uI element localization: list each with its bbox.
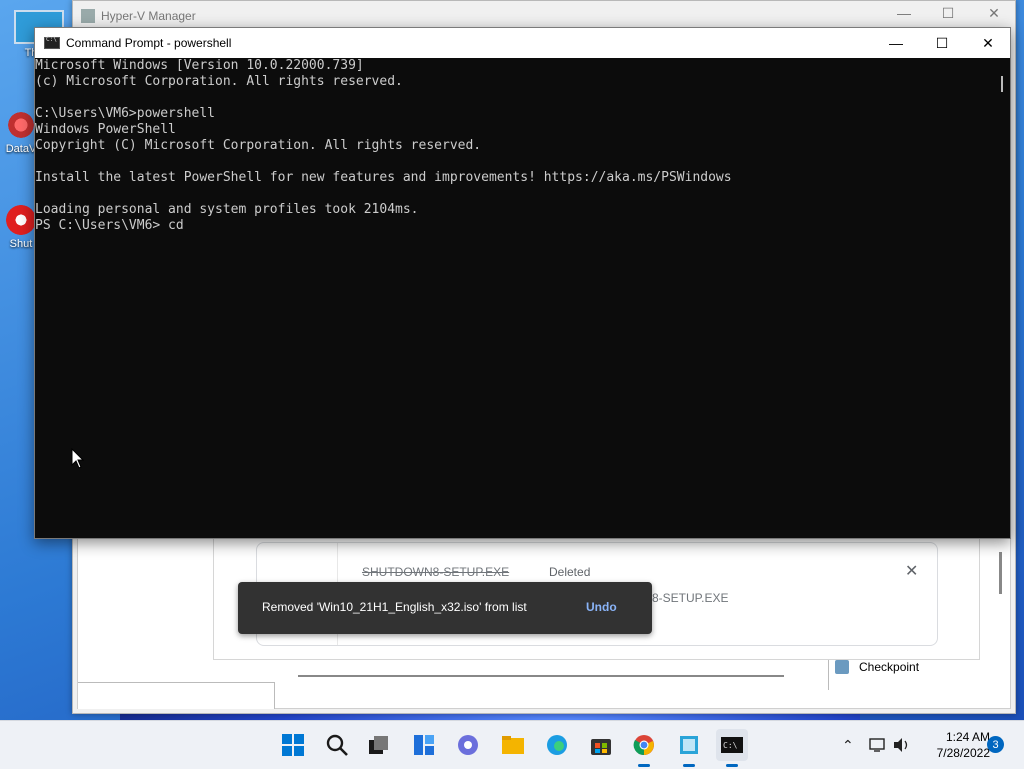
- cmd-title: Command Prompt - powershell: [66, 36, 232, 50]
- task-view-icon[interactable]: [362, 729, 394, 761]
- notification-badge[interactable]: 3: [987, 736, 1004, 753]
- minimize-button[interactable]: —: [881, 5, 927, 21]
- desktop-icon-shutdown[interactable]: Shut: [4, 205, 38, 250]
- checkpoint-icon: [835, 660, 849, 674]
- clock-time: 1:24 AM: [945, 730, 990, 744]
- store-icon[interactable]: [585, 729, 617, 761]
- console-line: Install the latest PowerShell for new fe…: [35, 170, 732, 185]
- desktop-icon-label: Shut: [9, 238, 33, 250]
- network-icon[interactable]: [866, 729, 890, 761]
- close-button[interactable]: ✕: [971, 5, 1017, 22]
- taskbar: C:\ ⌃ 1:24 AM 7/28/2022 3: [0, 720, 1024, 769]
- chrome-icon[interactable]: [628, 729, 660, 767]
- hyperv-title: Hyper-V Manager: [101, 9, 196, 23]
- shutdown-icon: [6, 205, 36, 235]
- show-hidden-icons-chevron-icon[interactable]: ⌃: [842, 721, 854, 769]
- desktop-icon-label: DataV: [5, 143, 37, 155]
- console-line: Windows PowerShell: [35, 122, 176, 137]
- minimize-button[interactable]: —: [873, 28, 919, 58]
- hyperv-left-pane: [78, 682, 275, 709]
- scroll-thumb[interactable]: [1001, 76, 1003, 92]
- svg-text:C:\: C:\: [723, 741, 738, 750]
- download-file-name-2[interactable]: 8-SETUP.EXE: [652, 591, 728, 605]
- hyperv-icon[interactable]: [673, 729, 705, 767]
- search-icon[interactable]: [321, 729, 353, 761]
- cmd-titlebar[interactable]: Command Prompt - powershell — ☐ ✕: [35, 28, 1010, 58]
- horizontal-scrollbar[interactable]: [298, 675, 784, 677]
- console-line: Loading personal and system profiles too…: [35, 202, 419, 217]
- snackbar-toast: Removed 'Win10_21H1_English_x32.iso' fro…: [238, 582, 652, 634]
- console-line: PS C:\Users\VM6> cd: [35, 218, 184, 233]
- cmd-scrollbar[interactable]: [993, 58, 1010, 538]
- close-icon[interactable]: ✕: [905, 561, 918, 581]
- command-prompt-window: Command Prompt - powershell — ☐ ✕ Micros…: [34, 27, 1011, 539]
- teams-chat-icon[interactable]: [452, 729, 484, 761]
- vertical-scrollbar[interactable]: [999, 552, 1002, 594]
- volume-icon[interactable]: [890, 729, 914, 761]
- console-output[interactable]: Microsoft Windows [Version 10.0.22000.73…: [35, 58, 993, 538]
- edge-icon[interactable]: [541, 729, 573, 761]
- checkpoint-label: Checkpoint: [859, 660, 920, 674]
- console-line: Microsoft Windows [Version 10.0.22000.73…: [35, 58, 364, 73]
- cmd-icon[interactable]: C:\: [716, 729, 748, 767]
- undo-button[interactable]: Undo: [586, 600, 617, 614]
- console-line: (c) Microsoft Corporation. All rights re…: [35, 74, 403, 89]
- download-file-name[interactable]: SHUTDOWN8-SETUP.EXE: [362, 565, 509, 579]
- maximize-button[interactable]: ☐: [925, 5, 971, 22]
- toast-message: Removed 'Win10_21H1_English_x32.iso' fro…: [262, 600, 527, 614]
- console-line: Copyright (C) Microsoft Corporation. All…: [35, 138, 482, 153]
- datavault-icon: [6, 110, 36, 140]
- close-button[interactable]: ✕: [965, 28, 1011, 58]
- console-line: C:\Users\VM6>powershell: [35, 106, 216, 121]
- download-status: Deleted: [549, 565, 591, 579]
- maximize-button[interactable]: ☐: [919, 28, 965, 58]
- desktop-icon-datavault[interactable]: DataV: [4, 110, 38, 155]
- clock-date: 7/28/2022: [936, 746, 990, 760]
- hyperv-app-icon: [81, 9, 95, 23]
- widgets-icon[interactable]: [408, 729, 440, 761]
- cmd-app-icon: [44, 36, 60, 49]
- start-icon[interactable]: [277, 729, 309, 761]
- file-explorer-icon[interactable]: [497, 729, 529, 761]
- clock[interactable]: 1:24 AM 7/28/2022: [916, 729, 990, 761]
- action-checkpoint[interactable]: Checkpoint: [835, 660, 919, 674]
